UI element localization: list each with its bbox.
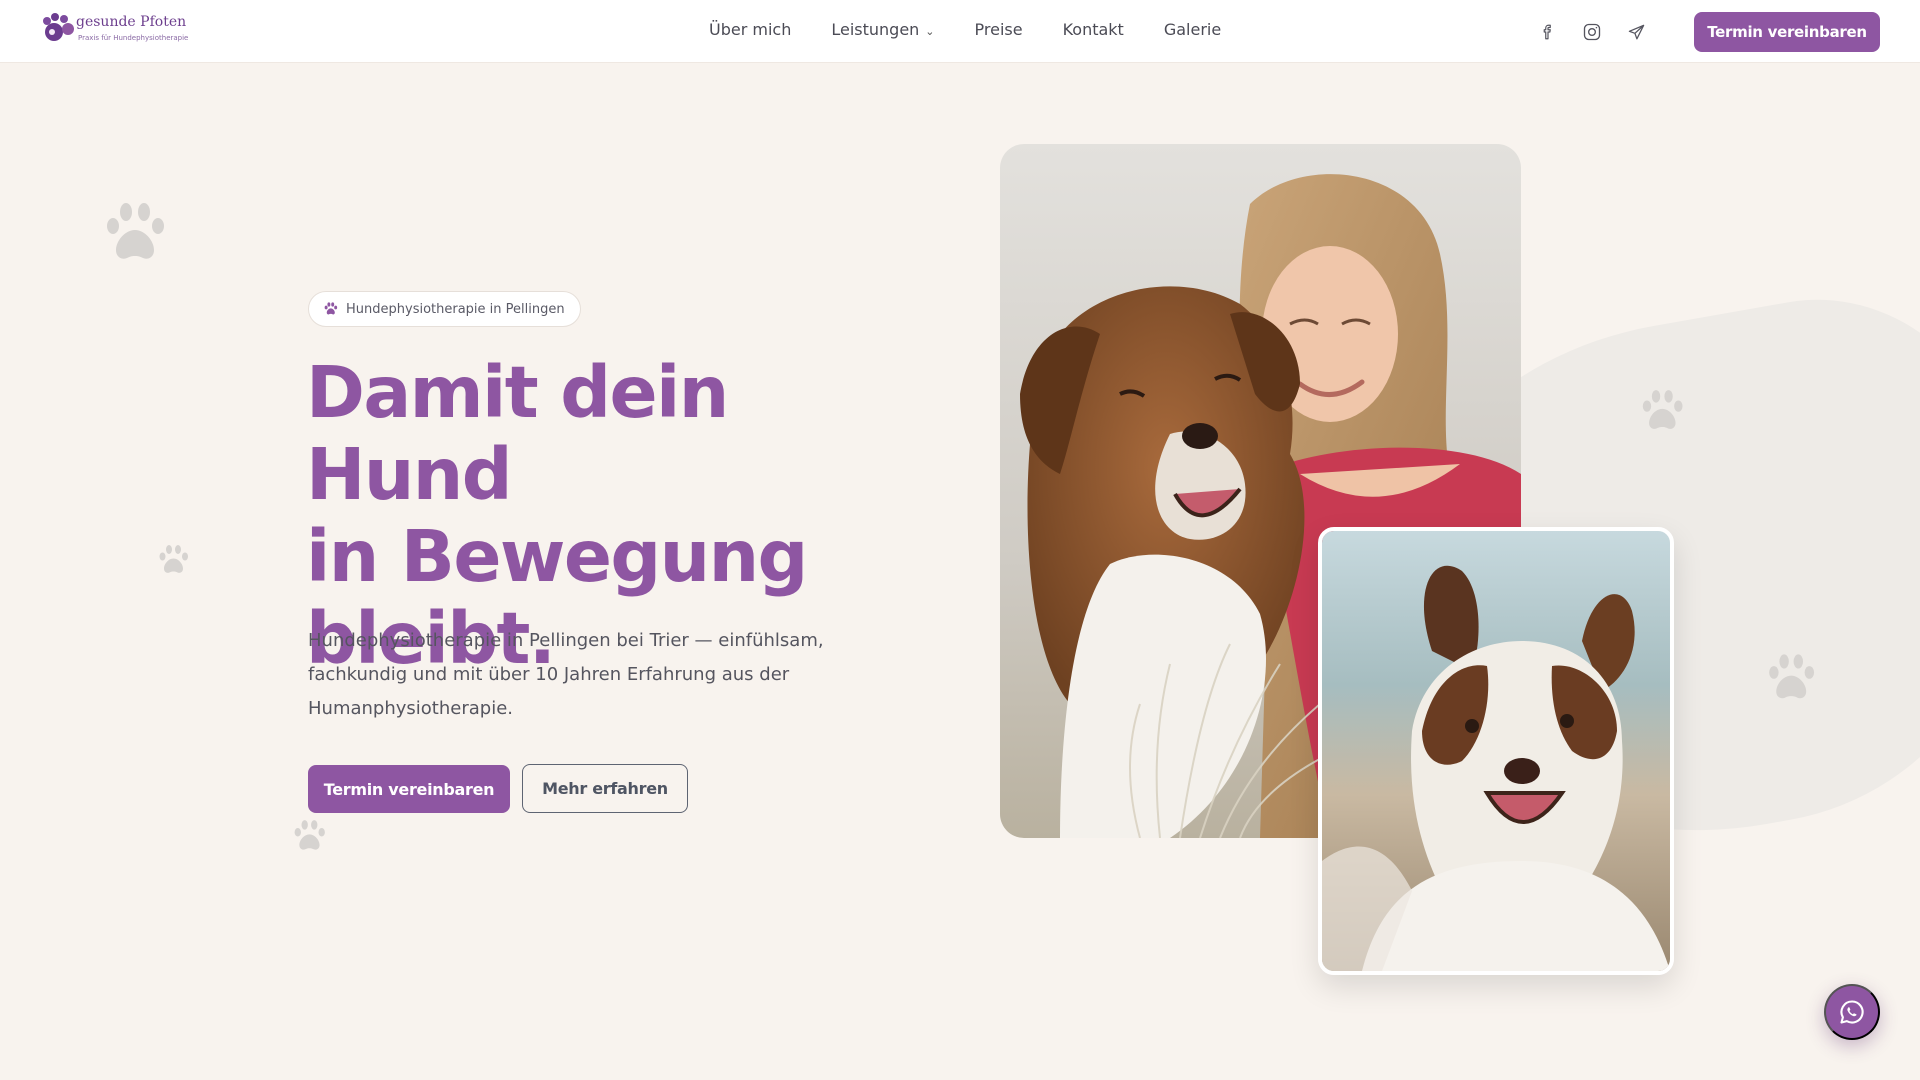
paw-print-icon [107,203,164,259]
logo-title: gesunde Pfoten [76,14,187,30]
paw-print-icon [294,820,325,850]
site-header: gesunde Pfoten Praxis für Hundephysiothe… [0,0,1920,63]
menu-item-label: Preise [974,20,1023,39]
main-menu: Über mich Leistungen ⌄ Preise Kontakt Gal… [709,20,1221,39]
location-tag: Hundephysiotherapie in Pellingen [308,291,581,327]
learn-more-button[interactable]: Mehr erfahren [522,764,688,813]
paw-icon [324,302,338,315]
paw-print-icon [1769,654,1815,699]
australian-shepherd-photo [1318,527,1674,975]
book-appointment-button[interactable]: Termin vereinbaren [1694,12,1880,52]
logo[interactable]: gesunde Pfoten Praxis für Hundephysiothe… [42,10,202,50]
paw-print-icon [159,545,188,573]
menu-item-label: Leistungen [831,20,920,39]
hero-book-appointment-button[interactable]: Termin vereinbaren [308,765,510,813]
hero-title-line: Damit dein Hund [306,351,729,516]
menu-item-ueber-mich[interactable]: Über mich [709,20,791,39]
logo-subtitle: Praxis für Hundephysiotherapie [78,34,189,42]
menu-item-kontakt[interactable]: Kontakt [1063,20,1124,39]
hero-description: Hundephysiotherapie in Pellingen bei Tri… [308,630,824,719]
hero-title-line: in Bewegung [306,515,808,598]
menu-item-label: Kontakt [1062,20,1124,39]
menu-item-leistungen[interactable]: Leistungen ⌄ [831,20,934,39]
menu-item-label: Galerie [1163,20,1222,39]
chevron-down-icon: ⌄ [925,25,935,38]
menu-item-galerie[interactable]: Galerie [1164,20,1221,39]
paw-logo-icon [43,13,74,41]
menu-item-preise[interactable]: Preise [975,20,1023,39]
menu-item-label: Über mich [709,20,792,39]
send-icon[interactable] [1624,20,1648,44]
facebook-icon[interactable] [1536,20,1560,44]
location-tag-label: Hundephysiotherapie in Pellingen [346,301,565,317]
paw-print-icon [1642,390,1683,429]
instagram-icon[interactable] [1580,20,1604,44]
whatsapp-icon[interactable] [1824,984,1880,1040]
